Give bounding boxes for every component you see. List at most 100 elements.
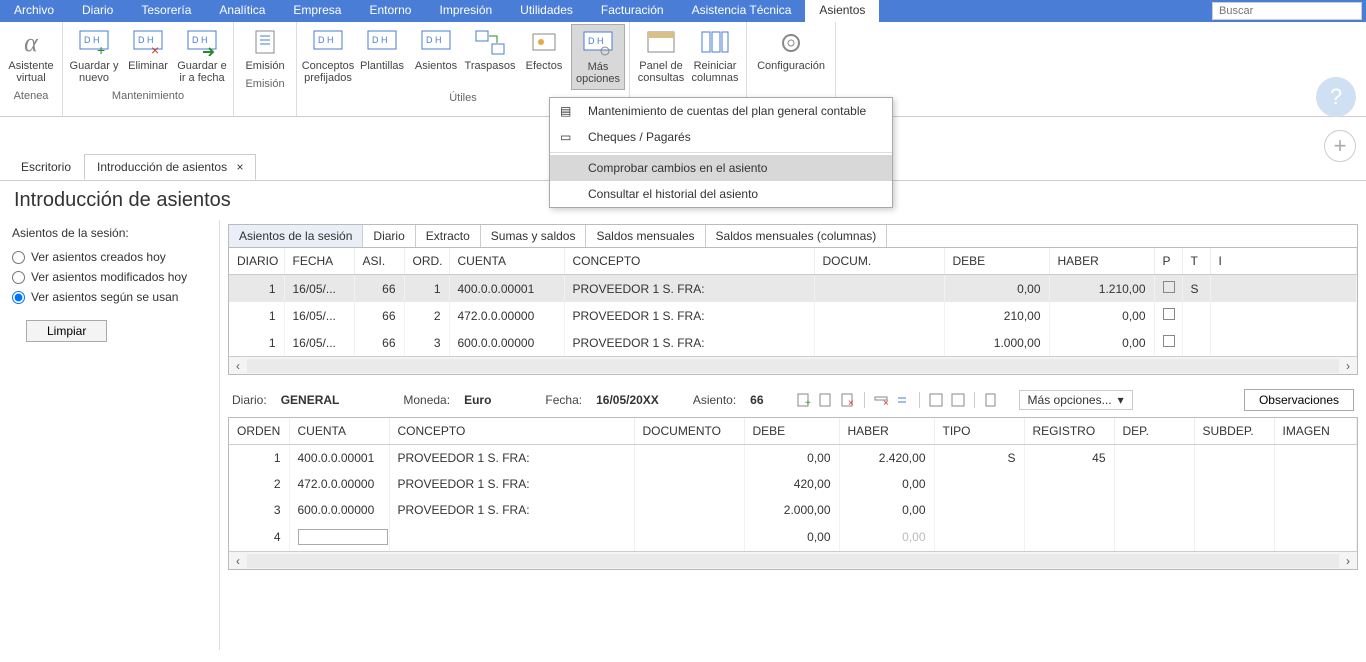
tb-doc[interactable] [981, 390, 1001, 410]
ribbon-traspasos[interactable]: Traspasos [463, 24, 517, 90]
col-tipo[interactable]: TIPO [934, 418, 1024, 445]
ribbon-asistente-virtual[interactable]: α Asistente virtual [4, 24, 58, 88]
ribbon-emision[interactable]: Emisión [238, 24, 292, 76]
col-t[interactable]: T [1182, 248, 1210, 275]
observaciones-button[interactable]: Observaciones [1244, 389, 1354, 411]
horizontal-scrollbar[interactable]: ‹ › [229, 356, 1357, 374]
table-row[interactable]: 116/05/...663600.0.0.00000PROVEEDOR 1 S.… [229, 329, 1357, 356]
col-subdep[interactable]: SUBDEP. [1194, 418, 1274, 445]
col-ord[interactable]: ORD. [404, 248, 449, 275]
checkbox-icon[interactable] [1163, 335, 1175, 347]
tb-delete[interactable]: × [838, 390, 858, 410]
menu-analitica[interactable]: Analítica [205, 0, 279, 22]
table-row[interactable]: 40,000,00 [229, 523, 1357, 551]
menu-asientos[interactable]: Asientos [805, 0, 879, 22]
checkbox-icon[interactable] [1163, 308, 1175, 320]
tb-remove-row[interactable]: × [871, 390, 891, 410]
gtab-sumas-saldos[interactable]: Sumas y saldos [481, 225, 587, 247]
col-haber[interactable]: HABER [1049, 248, 1154, 275]
scroll-left-icon[interactable]: ‹ [229, 359, 247, 373]
col-haber[interactable]: HABER [839, 418, 934, 445]
horizontal-scrollbar[interactable]: ‹ › [229, 551, 1357, 569]
tb-edit[interactable] [816, 390, 836, 410]
col-p[interactable]: P [1154, 248, 1182, 275]
radio-creados-hoy[interactable]: Ver asientos creados hoy [12, 250, 207, 264]
radio-segun-usan[interactable]: Ver asientos según se usan [12, 290, 207, 304]
col-docum[interactable]: DOCUM. [814, 248, 944, 275]
gtab-asientos-sesion[interactable]: Asientos de la sesión [229, 225, 363, 247]
menu-impresion[interactable]: Impresión [425, 0, 506, 22]
col-cuenta[interactable]: CUENTA [449, 248, 564, 275]
gtab-saldos-mensuales-col[interactable]: Saldos mensuales (columnas) [706, 225, 888, 247]
col-diario[interactable]: DIARIO [229, 248, 284, 275]
ribbon-reiniciar-columnas[interactable]: Reiniciar columnas [688, 24, 742, 88]
search-input[interactable] [1212, 2, 1362, 20]
menu-entorno[interactable]: Entorno [355, 0, 425, 22]
menu-empresa[interactable]: Empresa [279, 0, 355, 22]
col-documento[interactable]: DOCUMENTO [634, 418, 744, 445]
menu-tesoreria[interactable]: Tesorería [127, 0, 205, 22]
scroll-left-icon[interactable]: ‹ [229, 554, 247, 568]
tb-m1[interactable] [926, 390, 946, 410]
ribbon-asientos[interactable]: D H Asientos [409, 24, 463, 90]
col-orden[interactable]: ORDEN [229, 418, 289, 445]
col-debe[interactable]: DEBE [744, 418, 839, 445]
menu-diario[interactable]: Diario [68, 0, 127, 22]
tb-swap[interactable] [893, 390, 913, 410]
tab-escritorio[interactable]: Escritorio [8, 154, 84, 180]
ribbon-guardar-nuevo[interactable]: D H+ Guardar y nuevo [67, 24, 121, 88]
ribbon-conceptos-prefijados[interactable]: D H Conceptos prefijados [301, 24, 355, 90]
cell-cuenta[interactable]: 400.0.0.00001 [289, 445, 389, 472]
gtab-diario[interactable]: Diario [363, 225, 415, 247]
col-fecha[interactable]: FECHA [284, 248, 354, 275]
col-debe[interactable]: DEBE [944, 248, 1049, 275]
tab-introduccion-asientos[interactable]: Introducción de asientos × [84, 154, 256, 180]
col-registro[interactable]: REGISTRO [1024, 418, 1114, 445]
scroll-right-icon[interactable]: › [1339, 554, 1357, 568]
dd-cheques-pagares[interactable]: ▭ Cheques / Pagarés [550, 124, 892, 150]
cell-cuenta[interactable]: 472.0.0.00000 [289, 471, 389, 497]
scroll-track[interactable] [247, 359, 1339, 373]
ribbon-eliminar[interactable]: D H× Eliminar [121, 24, 175, 88]
dd-comprobar-cambios[interactable]: Comprobar cambios en el asiento [550, 155, 892, 181]
tb-m2[interactable] [948, 390, 968, 410]
col-cuenta[interactable]: CUENTA [289, 418, 389, 445]
table-row[interactable]: 2472.0.0.00000PROVEEDOR 1 S. FRA:420,000… [229, 471, 1357, 497]
help-button[interactable]: ? [1316, 77, 1356, 117]
cell-cuenta[interactable] [289, 523, 389, 551]
ribbon-panel-consultas[interactable]: Panel de consultas [634, 24, 688, 88]
ribbon-mas-opciones[interactable]: D H Más opciones [571, 24, 625, 90]
table-row[interactable]: 3600.0.0.00000PROVEEDOR 1 S. FRA:2.000,0… [229, 497, 1357, 523]
table-row[interactable]: 116/05/...661400.0.0.00001PROVEEDOR 1 S.… [229, 275, 1357, 303]
cell-p[interactable] [1154, 302, 1182, 329]
scroll-right-icon[interactable]: › [1339, 359, 1357, 373]
mas-opciones-button[interactable]: Más opciones... ▾ [1019, 390, 1133, 410]
dd-consultar-historial[interactable]: Consultar el historial del asiento [550, 181, 892, 207]
ribbon-guardar-ir-fecha[interactable]: D H Guardar e ir a fecha [175, 24, 229, 88]
ribbon-plantillas[interactable]: D H Plantillas [355, 24, 409, 90]
col-i[interactable]: I [1210, 248, 1357, 275]
menu-utilidades[interactable]: Utilidades [506, 0, 587, 22]
limpiar-button[interactable]: Limpiar [26, 320, 107, 342]
scroll-track[interactable] [247, 554, 1339, 568]
gtab-saldos-mensuales[interactable]: Saldos mensuales [586, 225, 705, 247]
gtab-extracto[interactable]: Extracto [416, 225, 481, 247]
ribbon-configuracion[interactable]: Configuración [751, 24, 831, 76]
ribbon-efectos[interactable]: Efectos [517, 24, 571, 90]
table-row[interactable]: 116/05/...662472.0.0.00000PROVEEDOR 1 S.… [229, 302, 1357, 329]
col-asi[interactable]: ASI. [354, 248, 404, 275]
cell-p[interactable] [1154, 329, 1182, 356]
checkbox-icon[interactable] [1163, 281, 1175, 293]
add-tab-button[interactable]: + [1324, 130, 1356, 162]
radio-modificados-hoy[interactable]: Ver asientos modificados hoy [12, 270, 207, 284]
col-dep[interactable]: DEP. [1114, 418, 1194, 445]
tb-new[interactable]: + [794, 390, 814, 410]
col-imagen[interactable]: IMAGEN [1274, 418, 1357, 445]
menu-archivo[interactable]: Archivo [0, 0, 68, 22]
menu-facturacion[interactable]: Facturación [587, 0, 678, 22]
dd-mantenimiento-cuentas[interactable]: ▤ Mantenimiento de cuentas del plan gene… [550, 98, 892, 124]
cell-cuenta[interactable]: 600.0.0.00000 [289, 497, 389, 523]
col-concepto[interactable]: CONCEPTO [389, 418, 634, 445]
cuenta-input[interactable] [298, 529, 388, 545]
close-icon[interactable]: × [236, 160, 243, 174]
